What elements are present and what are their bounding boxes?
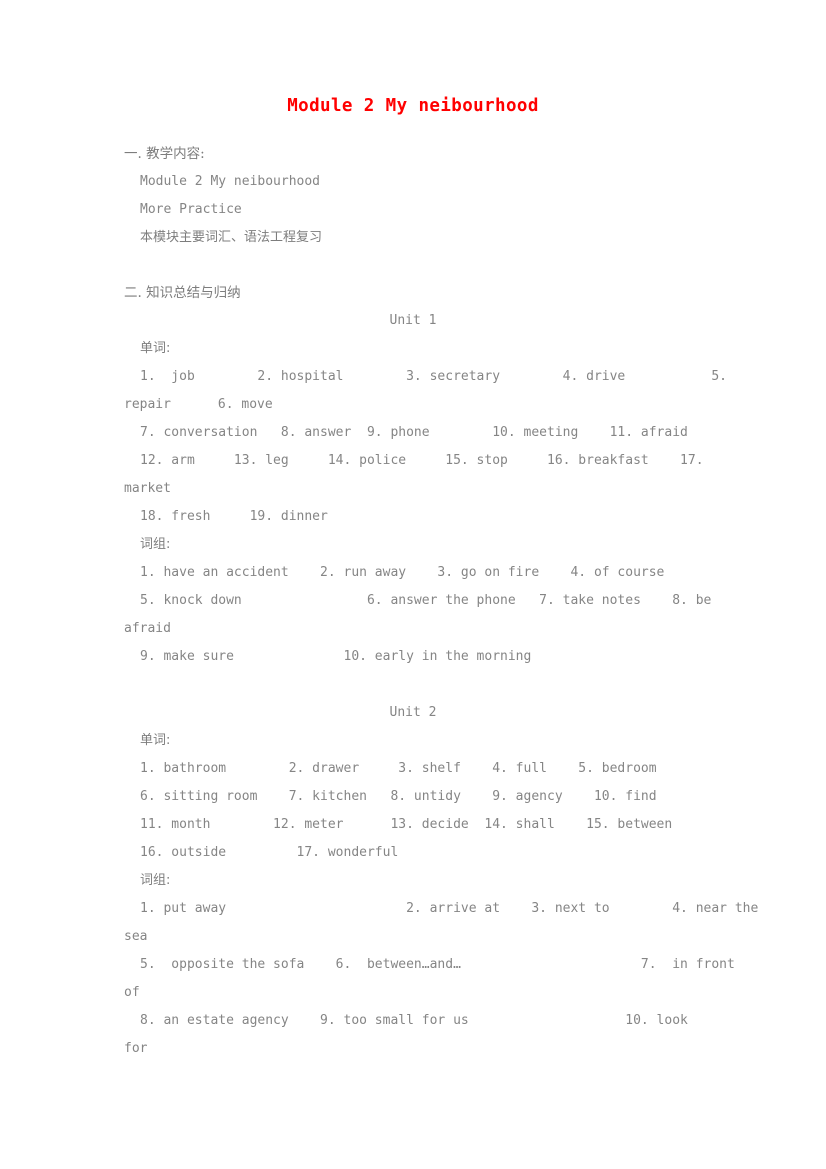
unit2-phrases-line-2: sea <box>124 929 148 944</box>
unit1-phrases-line-1: 1. have an accident 2. run away 3. go on… <box>140 565 665 580</box>
spacer-after-unit1 <box>124 671 702 699</box>
unit2-words-line-3: 11. month 12. meter 13. decide 14. shall… <box>140 817 673 832</box>
unit1-phrases-line-2: 5. knock down 6. answer the phone 7. tak… <box>140 593 712 608</box>
unit2-phrases-label: 词组: <box>140 873 171 888</box>
unit1-words-line-1: 1. job 2. hospital 3. secretary 4. drive… <box>140 369 727 384</box>
unit1-words-line-3: 7. conversation 8. answer 9. phone 10. m… <box>140 425 688 440</box>
unit1-words-line-2: repair 6. move <box>124 397 273 412</box>
unit2-heading: Unit 2 <box>389 705 437 720</box>
unit1-words-line-5: market <box>124 481 171 496</box>
unit1-heading: Unit 1 <box>389 313 437 328</box>
unit2-words-line-2: 6. sitting room 7. kitchen 8. untidy 9. … <box>140 789 657 804</box>
teaching-content-line-2: More Practice <box>140 202 242 217</box>
document-content: Module 2 My neibourhood 一. 教学内容: Module … <box>124 96 759 1063</box>
teaching-content-line-3: 本模块主要词汇、语法工程复习 <box>140 230 323 245</box>
section-heading-teaching-content: 一. 教学内容: <box>124 146 205 162</box>
unit2-phrases-line-4: of <box>124 985 140 1000</box>
unit2-phrases-line-6: for <box>124 1041 148 1056</box>
page-title: Module 2 My neibourhood <box>287 96 539 116</box>
unit1-words-line-4: 12. arm 13. leg 14. police 15. stop 16. … <box>140 453 704 468</box>
unit2-phrases-line-5: 8. an estate agency 9. too small for us … <box>140 1013 688 1028</box>
section-heading-knowledge-summary: 二. 知识总结与归纳 <box>124 285 241 301</box>
unit2-words-label: 单词: <box>140 733 171 748</box>
unit1-phrases-line-4: 9. make sure 10. early in the morning <box>140 649 532 664</box>
unit2-phrases-line-1: 1. put away 2. arrive at 3. next to 4. n… <box>140 901 759 916</box>
unit2-words-line-4: 16. outside 17. wonderful <box>140 845 399 860</box>
unit1-phrases-label: 词组: <box>140 537 171 552</box>
spacer-after-section-one <box>124 252 702 279</box>
document-page: Module 2 My neibourhood 一. 教学内容: Module … <box>0 0 826 1169</box>
unit2-words-line-1: 1. bathroom 2. drawer 3. shelf 4. full 5… <box>140 761 657 776</box>
unit1-phrases-line-3: afraid <box>124 621 171 636</box>
unit1-words-label: 单词: <box>140 341 171 356</box>
teaching-content-line-1: Module 2 My neibourhood <box>140 174 321 189</box>
unit2-phrases-line-3: 5. opposite the sofa 6. between…and… 7. … <box>140 957 735 972</box>
unit1-words-line-6: 18. fresh 19. dinner <box>140 509 328 524</box>
